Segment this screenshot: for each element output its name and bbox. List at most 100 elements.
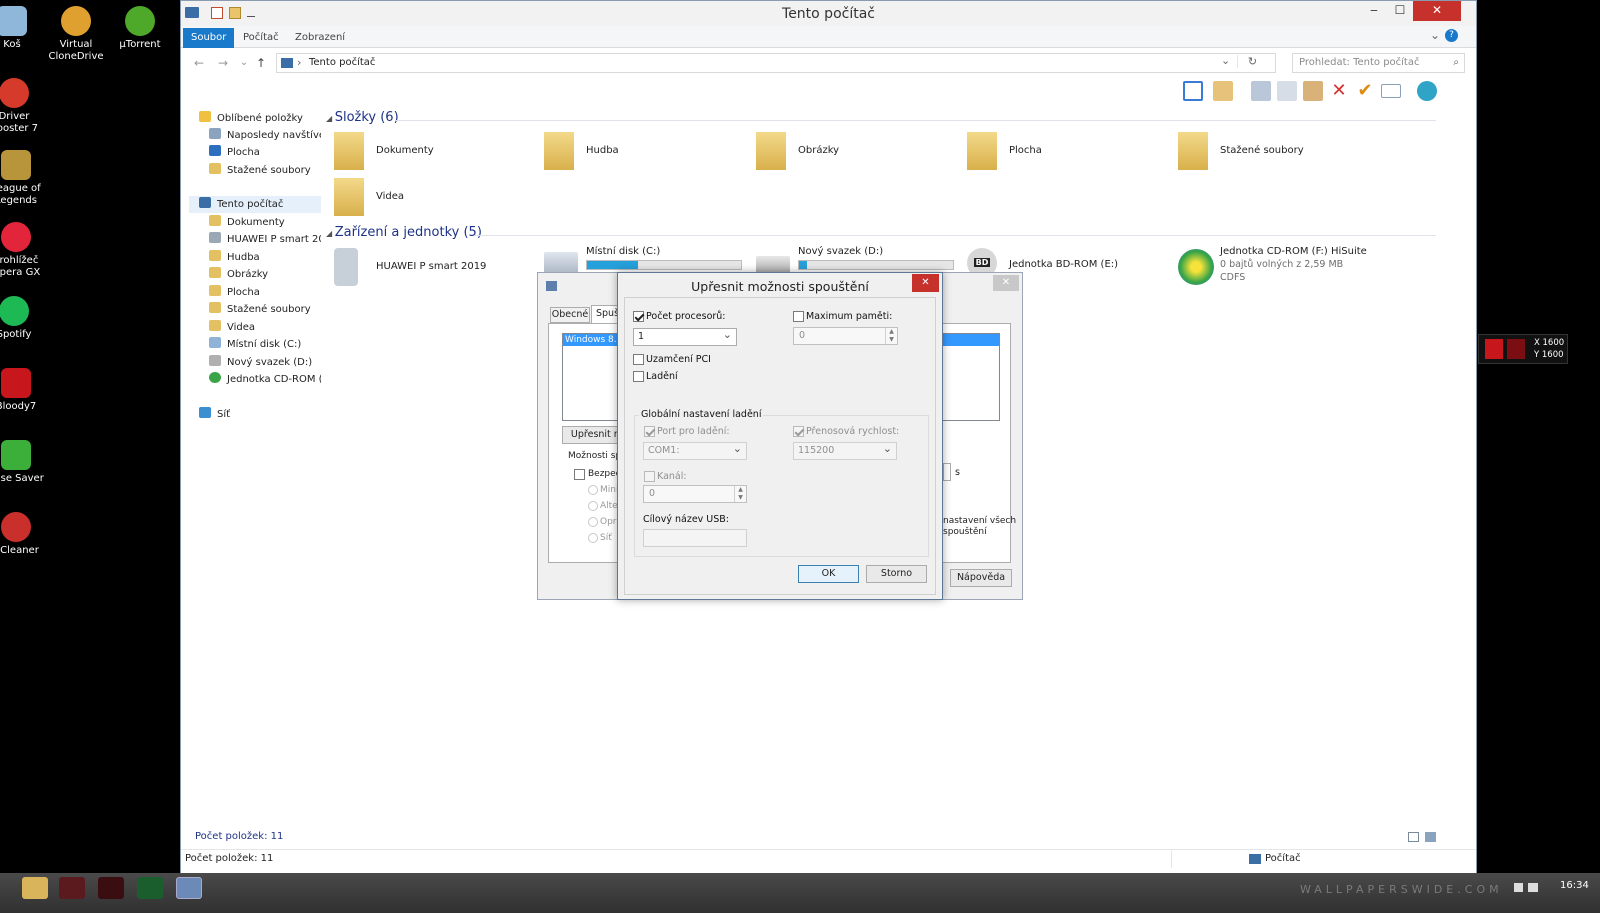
debug-port-select[interactable]: COM1: [643,441,747,460]
tab-file[interactable]: Soubor [183,28,235,48]
breadcrumb-path[interactable]: Tento počítač [309,57,375,68]
taskbar-file-explorer-icon[interactable] [22,877,48,899]
tab-computer[interactable]: Počítač [235,29,287,47]
radio-alternate[interactable] [588,501,598,511]
section-folders[interactable]: ◢ Složky (6) [326,110,399,130]
debug-port-checkbox[interactable] [644,426,655,437]
taskbar-clock[interactable]: 16:34 [1560,880,1589,891]
desktop-icon-league-of-legends[interactable]: League of Legends [0,150,48,207]
properties-icon[interactable] [1213,81,1233,101]
radio-minimal[interactable] [588,485,598,495]
search-input[interactable]: Prohledat: Tento počítač ⌕ [1292,53,1465,73]
ribbon-expand-icon[interactable]: ⌄ [1430,28,1440,42]
nav-cd-drive[interactable]: Jednotka CD-ROM (F:) HiSuite [209,371,321,388]
ok-button[interactable]: OK [798,565,859,583]
desktop-icon-driver-booster[interactable]: Driver Booster 7 [0,78,46,135]
folder-desktop[interactable]: Plocha [967,132,1147,172]
history-dropdown[interactable]: ⌄ [236,56,252,70]
taskbar-msconfig-icon[interactable] [176,877,202,899]
timeout-input[interactable] [943,463,951,481]
nav-downloads[interactable]: Stažené soubory [209,301,321,318]
tab-general[interactable]: Obecné [550,307,590,323]
help-icon[interactable]: ? [1445,29,1458,42]
debug-checkbox[interactable] [633,371,644,382]
nav-pictures[interactable]: Obrázky [209,266,321,283]
back-button[interactable]: ← [191,56,207,70]
nav-downloads-fav[interactable]: Stažené soubory [209,162,321,179]
max-memory-checkbox[interactable] [793,311,804,322]
nav-music[interactable]: Hudba [209,249,321,266]
address-dropdown-icon[interactable]: ⌄ [1221,54,1230,67]
help-button[interactable]: Nápověda [950,569,1012,587]
drive-f[interactable]: Jednotka CD-ROM (F:) HiSuite 0 bajtů vol… [1178,246,1418,292]
max-memory-input[interactable]: 0 ▲ ▼ [793,327,898,345]
cancel-button[interactable]: Storno [866,565,927,583]
preview-pane-icon[interactable] [1183,81,1203,101]
channel-input[interactable]: 0 ▲ ▼ [643,485,747,503]
folder-downloads[interactable]: Stažené soubory [1178,132,1378,172]
desktop-icon-virtual-clonedrive[interactable]: Virtual CloneDrive [44,6,108,63]
nav-recent[interactable]: Naposledy navštívené [209,127,321,144]
pci-lock-checkbox[interactable] [633,354,644,365]
radio-repair[interactable] [588,517,598,527]
baud-rate-checkbox[interactable] [793,426,804,437]
nav-desktop-fav[interactable]: Plocha [209,144,321,161]
volume-icon[interactable] [1514,883,1523,892]
folder-videos[interactable]: Videa [334,178,514,218]
nav-desktop[interactable]: Plocha [209,284,321,301]
nav-c-drive[interactable]: Místní disk (C:) [209,336,321,353]
nav-videos[interactable]: Videa [209,319,321,336]
nav-huawei[interactable]: HUAWEI P smart 2019 [209,231,321,248]
desktop-icon-recycle-bin[interactable]: Koš [0,6,44,51]
msconfig-close-button[interactable]: ✕ [993,275,1019,291]
num-processors-select[interactable]: 1 [633,327,737,346]
paste-icon[interactable] [1303,81,1323,101]
network-tray-icon[interactable] [1528,883,1538,892]
taskbar-opera-gx-icon[interactable] [59,877,85,899]
forward-button[interactable]: → [215,56,231,70]
radio-network[interactable] [588,533,598,543]
usb-target-input[interactable] [643,529,747,547]
nav-favorites[interactable]: Oblíbené položky [199,110,319,127]
desktop-icon-utorrent[interactable]: µTorrent [108,6,172,51]
safe-boot-checkbox[interactable] [574,469,585,480]
tab-view[interactable]: Zobrazení [287,29,353,47]
nav-d-drive[interactable]: Nový svazek (D:) [209,354,321,371]
taskbar-spotify-icon[interactable] [137,877,163,899]
copy-icon[interactable] [1277,81,1297,101]
cut-icon[interactable] [1251,81,1271,101]
up-button[interactable]: ↑ [253,56,269,70]
folder-pictures[interactable]: Obrázky [756,132,936,172]
section-devices[interactable]: ◢ Zařízení a jednotky (5) [326,225,482,245]
search-icon[interactable]: ⌕ [1453,54,1459,72]
channel-spinner[interactable]: ▲ ▼ [734,486,746,502]
baud-rate-select[interactable]: 115200 [793,441,897,460]
desktop-icon-opera-gx[interactable]: Prohlížeč Opera GX [0,222,48,279]
details-view-icon[interactable] [1408,832,1419,842]
nav-network[interactable]: Síť [199,406,311,423]
nav-this-pc[interactable]: Tento počítač [189,196,321,213]
globe-icon[interactable] [1417,81,1437,101]
minimize-button[interactable]: ‒ [1361,1,1387,21]
desktop-icon-spotify[interactable]: Spotify [0,296,46,341]
folder-music[interactable]: Hudba [544,132,724,172]
max-memory-spinner[interactable]: ▲ ▼ [885,328,897,344]
checkmark-icon[interactable]: ✔ [1355,81,1375,101]
folder-documents[interactable]: Dokumenty [334,132,514,172]
taskbar-bloody-icon[interactable] [98,877,124,899]
refresh-icon[interactable]: ↻ [1237,55,1267,68]
large-icons-view-icon[interactable] [1425,832,1436,842]
channel-checkbox[interactable] [644,471,655,482]
nav-documents[interactable]: Dokumenty [209,214,321,231]
desktop-icon-ccleaner[interactable]: CCleaner [0,512,48,557]
rename-icon[interactable] [1381,84,1401,98]
breadcrumb-separator[interactable]: › [297,56,301,69]
device-huawei[interactable]: HUAWEI P smart 2019 [334,248,514,288]
maximize-button[interactable]: ☐ [1387,1,1413,21]
delete-icon[interactable]: ✕ [1329,81,1349,101]
address-box[interactable]: › Tento počítač ⌄ ↻ [276,53,1276,73]
num-processors-checkbox[interactable] [633,311,644,322]
close-button[interactable]: ✕ [1413,1,1461,21]
desktop-icon-bloody7[interactable]: Bloody7 [0,368,48,413]
dialog-close-button[interactable]: ✕ [912,274,939,292]
